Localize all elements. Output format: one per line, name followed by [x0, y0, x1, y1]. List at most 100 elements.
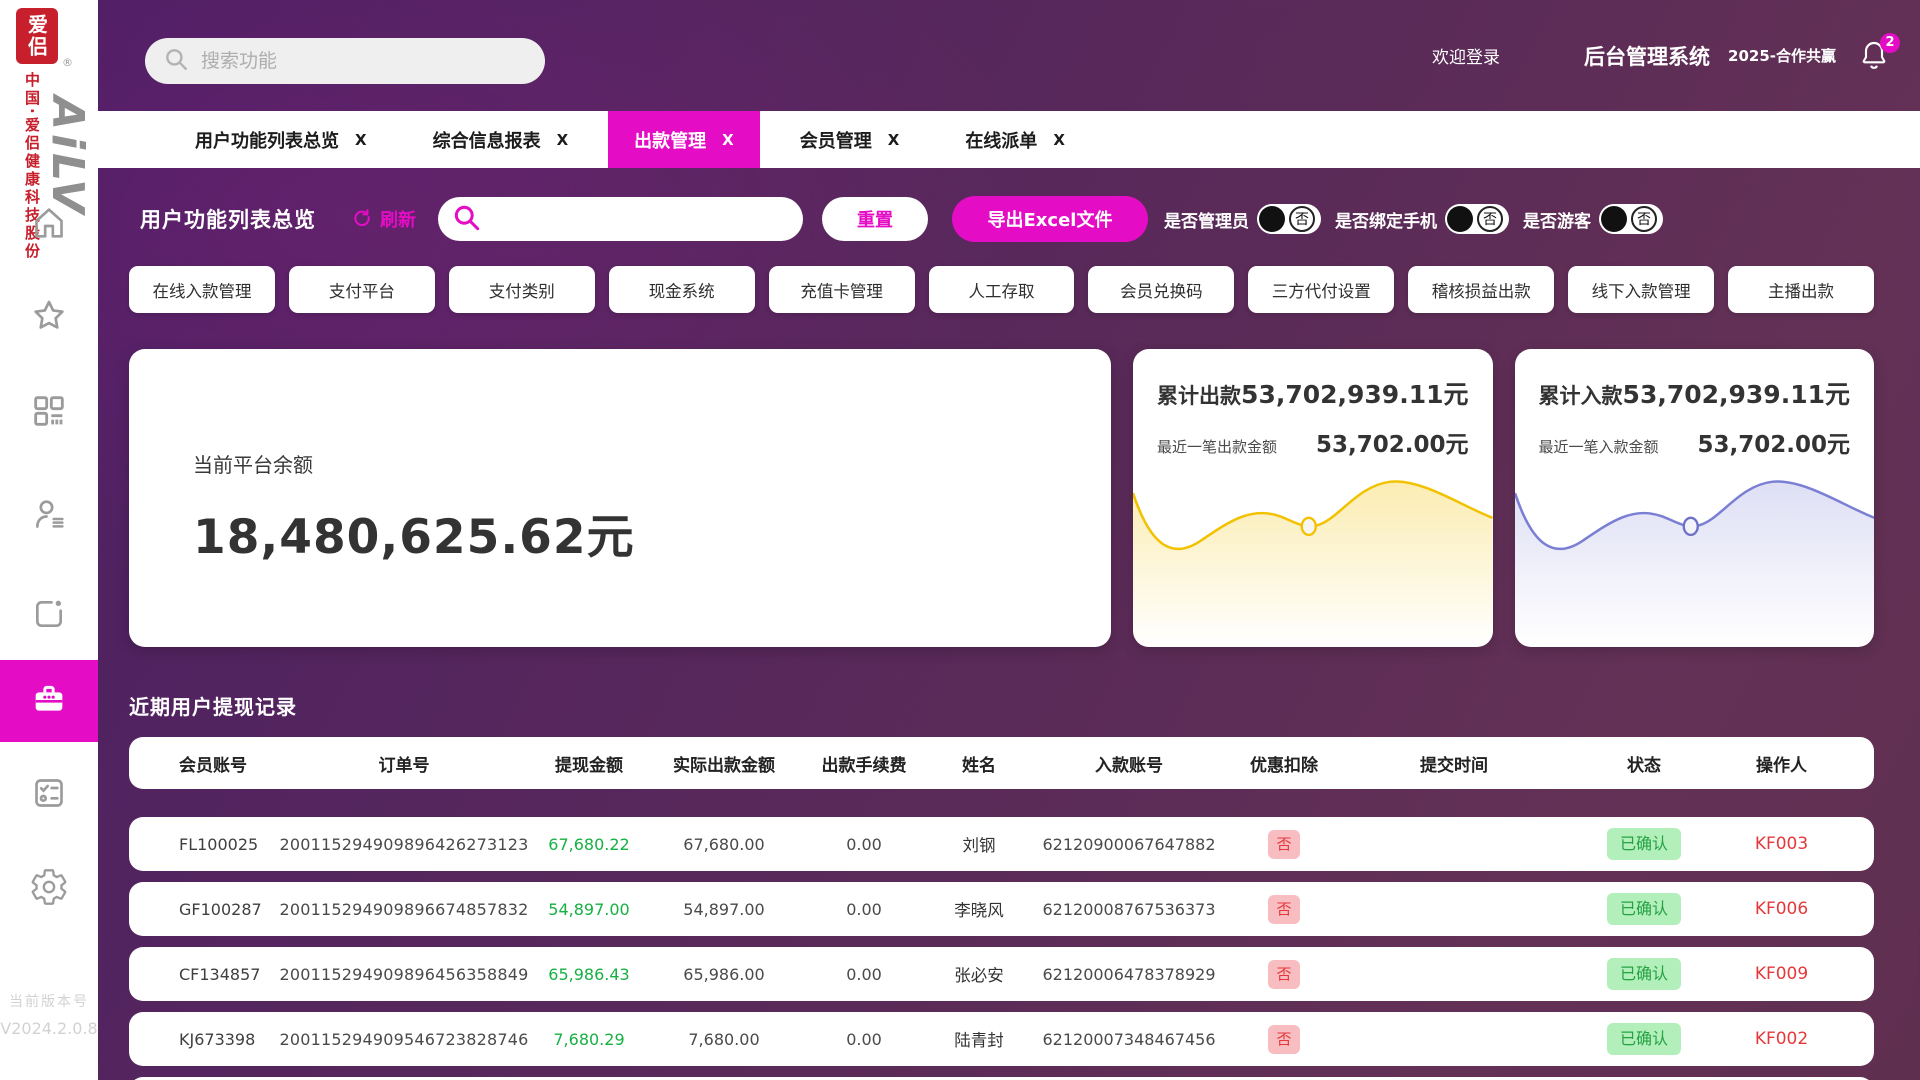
global-search-input[interactable]	[201, 50, 527, 72]
system-title: 后台管理系统	[1584, 41, 1710, 71]
sidebar-item-tasks[interactable]	[0, 757, 98, 833]
status-badge: 已确认	[1607, 828, 1681, 860]
cell-actual: 65,986.00	[649, 965, 799, 984]
reset-button[interactable]: 重置	[822, 197, 928, 241]
cell-account: CF134857	[159, 965, 279, 984]
quick-button-8[interactable]: 稽核损益出款	[1408, 266, 1554, 313]
tab-4[interactable]: 在线派单X	[939, 111, 1091, 168]
sidebar-item-orders[interactable]	[0, 578, 98, 654]
quick-button-6[interactable]: 会员兑换码	[1088, 266, 1234, 313]
quick-button-0[interactable]: 在线入款管理	[129, 266, 275, 313]
quick-button-4[interactable]: 充值卡管理	[769, 266, 915, 313]
top-bar-right: 欢迎登录 后台管理系统 2025-合作共赢 2	[1432, 0, 1892, 111]
slogan-text: 2025-合作共赢	[1728, 45, 1836, 66]
column-header-9: 状态	[1569, 751, 1719, 776]
cell-operator: KF002	[1719, 1029, 1844, 1049]
version-label: 当前版本号	[0, 991, 98, 1011]
sidebar-item-finance[interactable]	[0, 660, 98, 742]
quick-button-3[interactable]: 现金系统	[609, 266, 755, 313]
balance-label: 当前平台余额	[193, 449, 1111, 478]
status-badge: 已确认	[1607, 893, 1681, 925]
tab-2[interactable]: 出款管理X	[608, 111, 760, 168]
search-icon	[452, 203, 480, 235]
tab-label: 用户功能列表总览	[195, 127, 339, 153]
balance-card: 当前平台余额 18,480,625.62元	[129, 349, 1111, 647]
deposit-sub-value: 53,702.00元	[1698, 425, 1851, 459]
toggle-value: 否	[1631, 206, 1657, 232]
toggle-knob	[1447, 206, 1473, 232]
toggle-label-2: 是否游客	[1523, 207, 1591, 232]
briefcase-icon	[29, 679, 69, 723]
sidebar-item-modules[interactable]	[0, 375, 98, 451]
table-search-input[interactable]	[490, 209, 789, 230]
tab-3[interactable]: 会员管理X	[774, 111, 926, 168]
sidebar-item-members[interactable]	[0, 478, 98, 554]
toggle-switch-0[interactable]: 否	[1257, 204, 1321, 234]
column-header-0: 会员账号	[159, 751, 279, 776]
cell-actual: 7,680.00	[649, 1030, 799, 1049]
column-header-4: 出款手续费	[799, 751, 929, 776]
deposit-sub-label: 最近一笔入款金额	[1539, 436, 1659, 457]
quick-button-1[interactable]: 支付平台	[289, 266, 435, 313]
top-bar: 欢迎登录 后台管理系统 2025-合作共赢 2	[129, 0, 1874, 111]
welcome-text: 欢迎登录	[1432, 43, 1500, 68]
cell-actual: 67,680.00	[649, 835, 799, 854]
sidebar-item-settings[interactable]	[0, 851, 98, 927]
export-excel-button[interactable]: 导出Excel文件	[952, 196, 1148, 242]
search-icon	[163, 46, 189, 76]
member-icon	[29, 494, 69, 538]
column-header-10: 操作人	[1719, 751, 1844, 776]
deposit-title: 累计入款	[1539, 380, 1623, 410]
sidebar-item-favorites[interactable]	[0, 280, 98, 356]
table-body: FL10002520011529490989642627312367,680.2…	[129, 817, 1874, 1080]
payout-title: 累计出款	[1157, 380, 1241, 410]
quick-buttons: 在线入款管理支付平台支付类别现金系统充值卡管理人工存取会员兑换码三方代付设置稽核…	[129, 266, 1874, 313]
cell-amount: 7,680.29	[529, 1030, 649, 1049]
payout-sparkline	[1133, 457, 1493, 647]
table-search[interactable]	[438, 197, 803, 241]
bell-icon	[1858, 56, 1890, 75]
balance-value: 18,480,625.62元	[193, 498, 1111, 567]
cell-bank: 62120007348467456	[1029, 1030, 1229, 1049]
cell-name: 刘钢	[929, 832, 1029, 856]
global-search[interactable]	[145, 38, 545, 84]
cell-fee: 0.00	[799, 1030, 929, 1049]
cell-discount: 否	[1229, 830, 1339, 859]
table-header: 会员账号订单号提现金额实际出款金额出款手续费姓名入款账号优惠扣除提交时间状态操作…	[129, 737, 1874, 789]
cell-amount: 54,897.00	[529, 900, 649, 919]
order-icon	[29, 594, 69, 638]
column-header-6: 入款账号	[1029, 751, 1229, 776]
payout-card: 累计出款 53,702,939.11元 最近一笔出款金额 53,702.00元	[1133, 349, 1493, 647]
refresh-button[interactable]: 刷新	[342, 206, 416, 233]
quick-button-9[interactable]: 线下入款管理	[1568, 266, 1714, 313]
tab-close-icon[interactable]: X	[1053, 131, 1065, 149]
cell-status: 已确认	[1569, 893, 1719, 925]
home-icon	[29, 203, 69, 247]
notification-badge: 2	[1880, 33, 1900, 53]
quick-button-2[interactable]: 支付类别	[449, 266, 595, 313]
toggle-switch-1[interactable]: 否	[1445, 204, 1509, 234]
sidebar-item-home[interactable]	[0, 187, 98, 263]
tab-close-icon[interactable]: X	[355, 131, 367, 149]
toggle-switch-2[interactable]: 否	[1599, 204, 1663, 234]
cell-actual: 54,897.00	[649, 900, 799, 919]
toggle-label-0: 是否管理员	[1164, 207, 1249, 232]
tab-close-icon[interactable]: X	[722, 131, 734, 149]
tab-0[interactable]: 用户功能列表总览 X	[169, 111, 393, 168]
cell-account: GF100287	[159, 900, 279, 919]
table-row: GF10028720011529490989667485783254,897.0…	[129, 882, 1874, 936]
tab-close-icon[interactable]: X	[557, 131, 569, 149]
cell-bank: 62120006478378929	[1029, 965, 1229, 984]
tab-1[interactable]: 综合信息报表X	[407, 111, 595, 168]
quick-button-5[interactable]: 人工存取	[929, 266, 1075, 313]
cell-fee: 0.00	[799, 835, 929, 854]
grid-icon	[29, 391, 69, 435]
quick-button-7[interactable]: 三方代付设置	[1248, 266, 1394, 313]
quick-button-10[interactable]: 主播出款	[1728, 266, 1874, 313]
payout-total: 53,702,939.11元	[1241, 375, 1468, 411]
notification-bell[interactable]: 2	[1858, 39, 1892, 73]
discount-badge: 否	[1268, 960, 1299, 989]
tab-close-icon[interactable]: X	[888, 131, 900, 149]
cell-discount: 否	[1229, 960, 1339, 989]
cell-order: 200115294909546723828746	[279, 1030, 529, 1049]
